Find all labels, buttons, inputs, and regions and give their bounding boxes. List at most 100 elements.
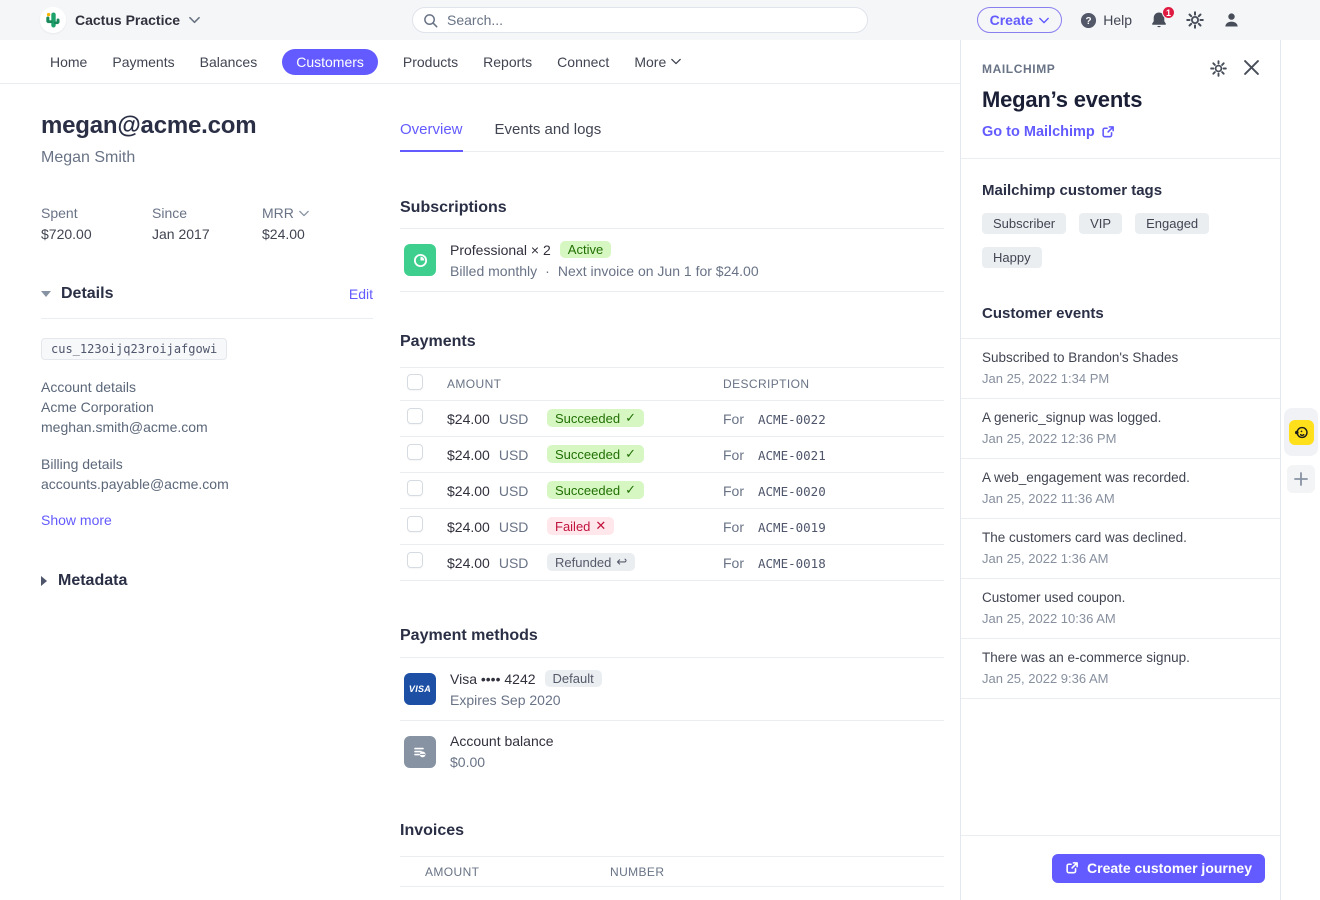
invoice-number-column-header: NUMBER [610,865,664,879]
search-input[interactable] [445,11,857,29]
expand-triangle-icon[interactable] [41,576,47,586]
status-badge: Succeeded✓ [547,445,644,463]
payment-amount: $24.00 [447,411,490,427]
payment-row[interactable]: $24.00USD Succeeded✓ ForACME-0020 [400,473,944,509]
payment-methods-title: Payment methods [400,627,538,644]
create-button[interactable]: Create [977,7,1063,33]
event-text: Customer used coupon. [982,589,1259,606]
account-company: Acme Corporation [41,397,373,417]
metadata-section-header: Metadata [41,572,373,590]
event-timestamp: Jan 25, 2022 11:36 AM [982,490,1259,507]
row-checkbox[interactable] [407,516,423,532]
customer-stats: Spent $720.00 Since Jan 2017 MRR $24.00 [41,205,373,242]
status-label: Succeeded [555,447,620,462]
settings-button[interactable] [1186,11,1204,29]
tag-badge: Subscriber [982,213,1066,234]
plus-icon [1294,472,1308,486]
payment-row[interactable]: $24.00USD Failed✕ ForACME-0019 [400,509,944,545]
tag-badge: Happy [982,247,1042,268]
account-details-group: Account details Acme Corporation meghan.… [41,377,373,437]
help-icon: ? [1080,12,1097,29]
account-balance-row[interactable]: Account balance $0.00 [400,721,944,782]
payment-row[interactable]: $24.00USD Refunded↩ ForACME-0018 [400,545,944,581]
payment-row[interactable]: $24.00USD Succeeded✓ ForACME-0021 [400,437,944,473]
nav-item-products[interactable]: Products [403,54,458,70]
nav-item-more[interactable]: More [634,54,681,70]
notifications-button[interactable]: 1 [1150,11,1168,29]
details-section-header: Details Edit [41,285,373,319]
card-label: Visa •••• 4242 [450,671,536,687]
subscription-next-invoice: Next invoice on Jun 1 for $24.00 [558,263,759,279]
rail-mailchimp-app-button[interactable] [1284,408,1318,456]
row-checkbox[interactable] [407,552,423,568]
stat-since-value: Jan 2017 [152,226,262,242]
nav-item-payments[interactable]: Payments [112,54,174,70]
event-timestamp: Jan 25, 2022 12:36 PM [982,430,1259,447]
description-prefix: For [723,411,744,427]
check-icon: ✓ [625,482,636,498]
create-customer-journey-label: Create customer journey [1087,860,1252,876]
nav-item-customers[interactable]: Customers [282,49,378,75]
panel-title: Megan’s events [982,87,1259,113]
metadata-title: Metadata [58,572,127,590]
panel-close-button[interactable] [1244,60,1259,77]
description-reference: ACME-0022 [758,412,826,427]
person-icon [1222,11,1241,29]
details-title: Details [61,285,113,303]
org-switcher[interactable]: Cactus Practice [40,7,200,33]
payment-methods-section-header: Payment methods [400,627,944,658]
nav-item-connect[interactable]: Connect [557,54,609,70]
rail-add-app-button[interactable] [1287,465,1315,493]
tags-section-title: Mailchimp customer tags [982,182,1259,199]
chevron-down-icon [1039,17,1049,24]
chevron-down-icon[interactable] [299,210,309,217]
payment-amount: $24.00 [447,555,490,571]
go-to-mailchimp-link[interactable]: Go to Mailchimp [982,124,1115,140]
edit-details-link[interactable]: Edit [349,286,373,302]
global-search[interactable] [412,7,868,33]
top-bar: Cactus Practice Create ? Help [0,0,1320,40]
event-list-item: The customers card was declined. Jan 25,… [961,519,1280,579]
payment-currency: USD [499,447,529,463]
nav-item-reports[interactable]: Reports [483,54,532,70]
customer-id-token[interactable]: cus_123oijq23roijafgowi [41,338,227,360]
close-icon [1244,60,1259,75]
select-all-checkbox[interactable] [407,374,423,390]
row-checkbox[interactable] [407,408,423,424]
stat-since: Since Jan 2017 [152,205,262,242]
main-nav: Home Payments Balances Customers Product… [0,40,960,84]
show-more-link[interactable]: Show more [41,512,373,528]
create-customer-journey-button[interactable]: Create customer journey [1052,854,1265,883]
tab-overview[interactable]: Overview [400,121,463,152]
notification-badge: 1 [1162,6,1175,19]
status-badge: Failed✕ [547,517,614,535]
card-payment-method-row[interactable]: VISA Visa •••• 4242 Default Expires Sep … [400,658,944,721]
collapse-triangle-icon[interactable] [41,291,51,297]
help-button[interactable]: ? Help [1080,12,1132,29]
tab-events-and-logs[interactable]: Events and logs [495,121,602,151]
subscription-row[interactable]: Professional × 2 Active Billed monthly ·… [400,229,944,292]
row-checkbox[interactable] [407,480,423,496]
subscription-billing: Billed monthly [450,263,537,279]
event-text: A web_engagement was recorded. [982,469,1259,486]
nav-item-balances[interactable]: Balances [200,54,258,70]
panel-settings-button[interactable] [1210,60,1227,77]
description-prefix: For [723,483,744,499]
event-text: Subscribed to Brandon's Shades [982,349,1259,366]
description-prefix: For [723,447,744,463]
payment-row[interactable]: $24.00USD Succeeded✓ ForACME-0022 [400,401,944,437]
row-checkbox[interactable] [407,444,423,460]
payment-currency: USD [499,555,529,571]
payment-amount: $24.00 [447,483,490,499]
nav-item-home[interactable]: Home [50,54,87,70]
stat-spent: Spent $720.00 [41,205,152,242]
search-icon [423,13,438,28]
description-reference: ACME-0020 [758,484,826,499]
payments-table-header: AMOUNT DESCRIPTION [400,367,944,401]
org-name: Cactus Practice [75,12,180,28]
cross-icon: ✕ [595,518,606,534]
invoice-amount-column-header: AMOUNT [425,865,479,879]
external-link-icon [1065,861,1079,875]
profile-button[interactable] [1222,11,1241,29]
event-text: The customers card was declined. [982,529,1259,546]
